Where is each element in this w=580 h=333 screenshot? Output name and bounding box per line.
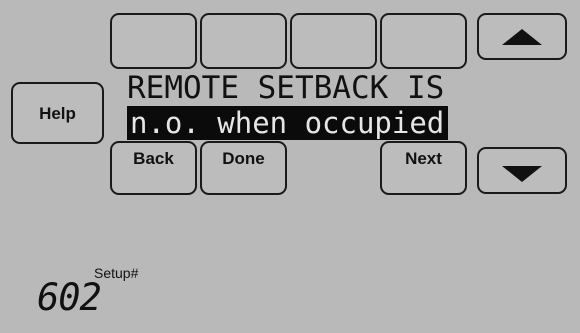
blank-softkey-1[interactable] xyxy=(110,13,197,69)
triangle-up-icon xyxy=(502,29,542,45)
blank-softkey-3[interactable] xyxy=(290,13,377,69)
next-button-label: Next xyxy=(405,149,442,168)
blank-softkey-4[interactable] xyxy=(380,13,467,69)
back-button[interactable]: Back xyxy=(110,141,197,195)
blank-softkey-2[interactable] xyxy=(200,13,287,69)
done-button-label: Done xyxy=(222,149,265,168)
scroll-down-button[interactable] xyxy=(477,147,567,194)
setting-value[interactable]: n.o. when occupied xyxy=(127,106,448,140)
back-button-label: Back xyxy=(133,149,174,168)
triangle-down-icon xyxy=(502,166,542,182)
scroll-up-button[interactable] xyxy=(477,13,567,60)
help-button[interactable]: Help xyxy=(11,82,104,144)
next-button[interactable]: Next xyxy=(380,141,467,195)
done-button[interactable]: Done xyxy=(200,141,287,195)
help-button-label: Help xyxy=(39,104,76,123)
setup-number: 602 xyxy=(37,276,102,319)
setting-title: REMOTE SETBACK IS xyxy=(127,70,445,106)
thermostat-screen: Help REMOTE SETBACK IS n.o. when occupie… xyxy=(0,0,580,333)
